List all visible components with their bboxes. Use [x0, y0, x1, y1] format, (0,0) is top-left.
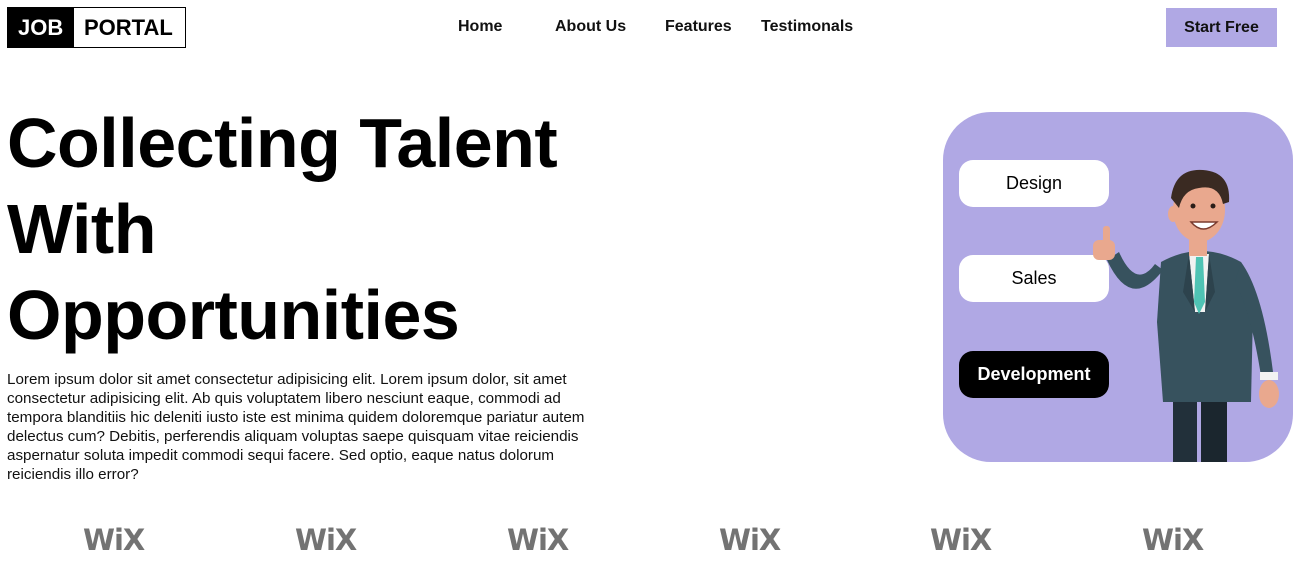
category-sales-button[interactable]: Sales: [959, 255, 1109, 302]
nav-home-link[interactable]: Home: [458, 18, 502, 36]
hero-title-line: With: [7, 190, 156, 268]
partner-logos: WiX WiX WiX WiX WiX WiX: [0, 523, 1306, 563]
logo-portal-text: PORTAL: [74, 8, 185, 47]
hero-title-line: Opportunities: [7, 276, 460, 354]
hero-title-line: Collecting Talent: [7, 104, 558, 182]
category-design-button[interactable]: Design: [959, 160, 1109, 207]
wix-logo: WiX: [1142, 523, 1204, 557]
category-development-button[interactable]: Development: [959, 351, 1109, 398]
start-free-button[interactable]: Start Free: [1166, 8, 1277, 47]
hero-title: Collecting Talent With Opportunities: [7, 100, 558, 358]
hero-description: Lorem ipsum dolor sit amet consectetur a…: [7, 371, 585, 483]
logo-job-text: JOB: [8, 8, 74, 47]
wix-logo: WiX: [719, 523, 781, 557]
nav-features-link[interactable]: Features: [665, 18, 732, 36]
wix-logo: WiX: [930, 523, 992, 557]
businessman-illustration: [1093, 169, 1279, 462]
wix-logo: WiX: [83, 523, 145, 557]
wix-logo: WiX: [295, 523, 357, 557]
wix-logo: WiX: [507, 523, 569, 557]
site-logo[interactable]: JOB PORTAL: [7, 7, 186, 48]
categories-card: Design Sales Development: [943, 112, 1293, 462]
nav-about-link[interactable]: About Us: [555, 18, 626, 36]
nav-testimonials-link[interactable]: Testimonals: [761, 18, 853, 36]
